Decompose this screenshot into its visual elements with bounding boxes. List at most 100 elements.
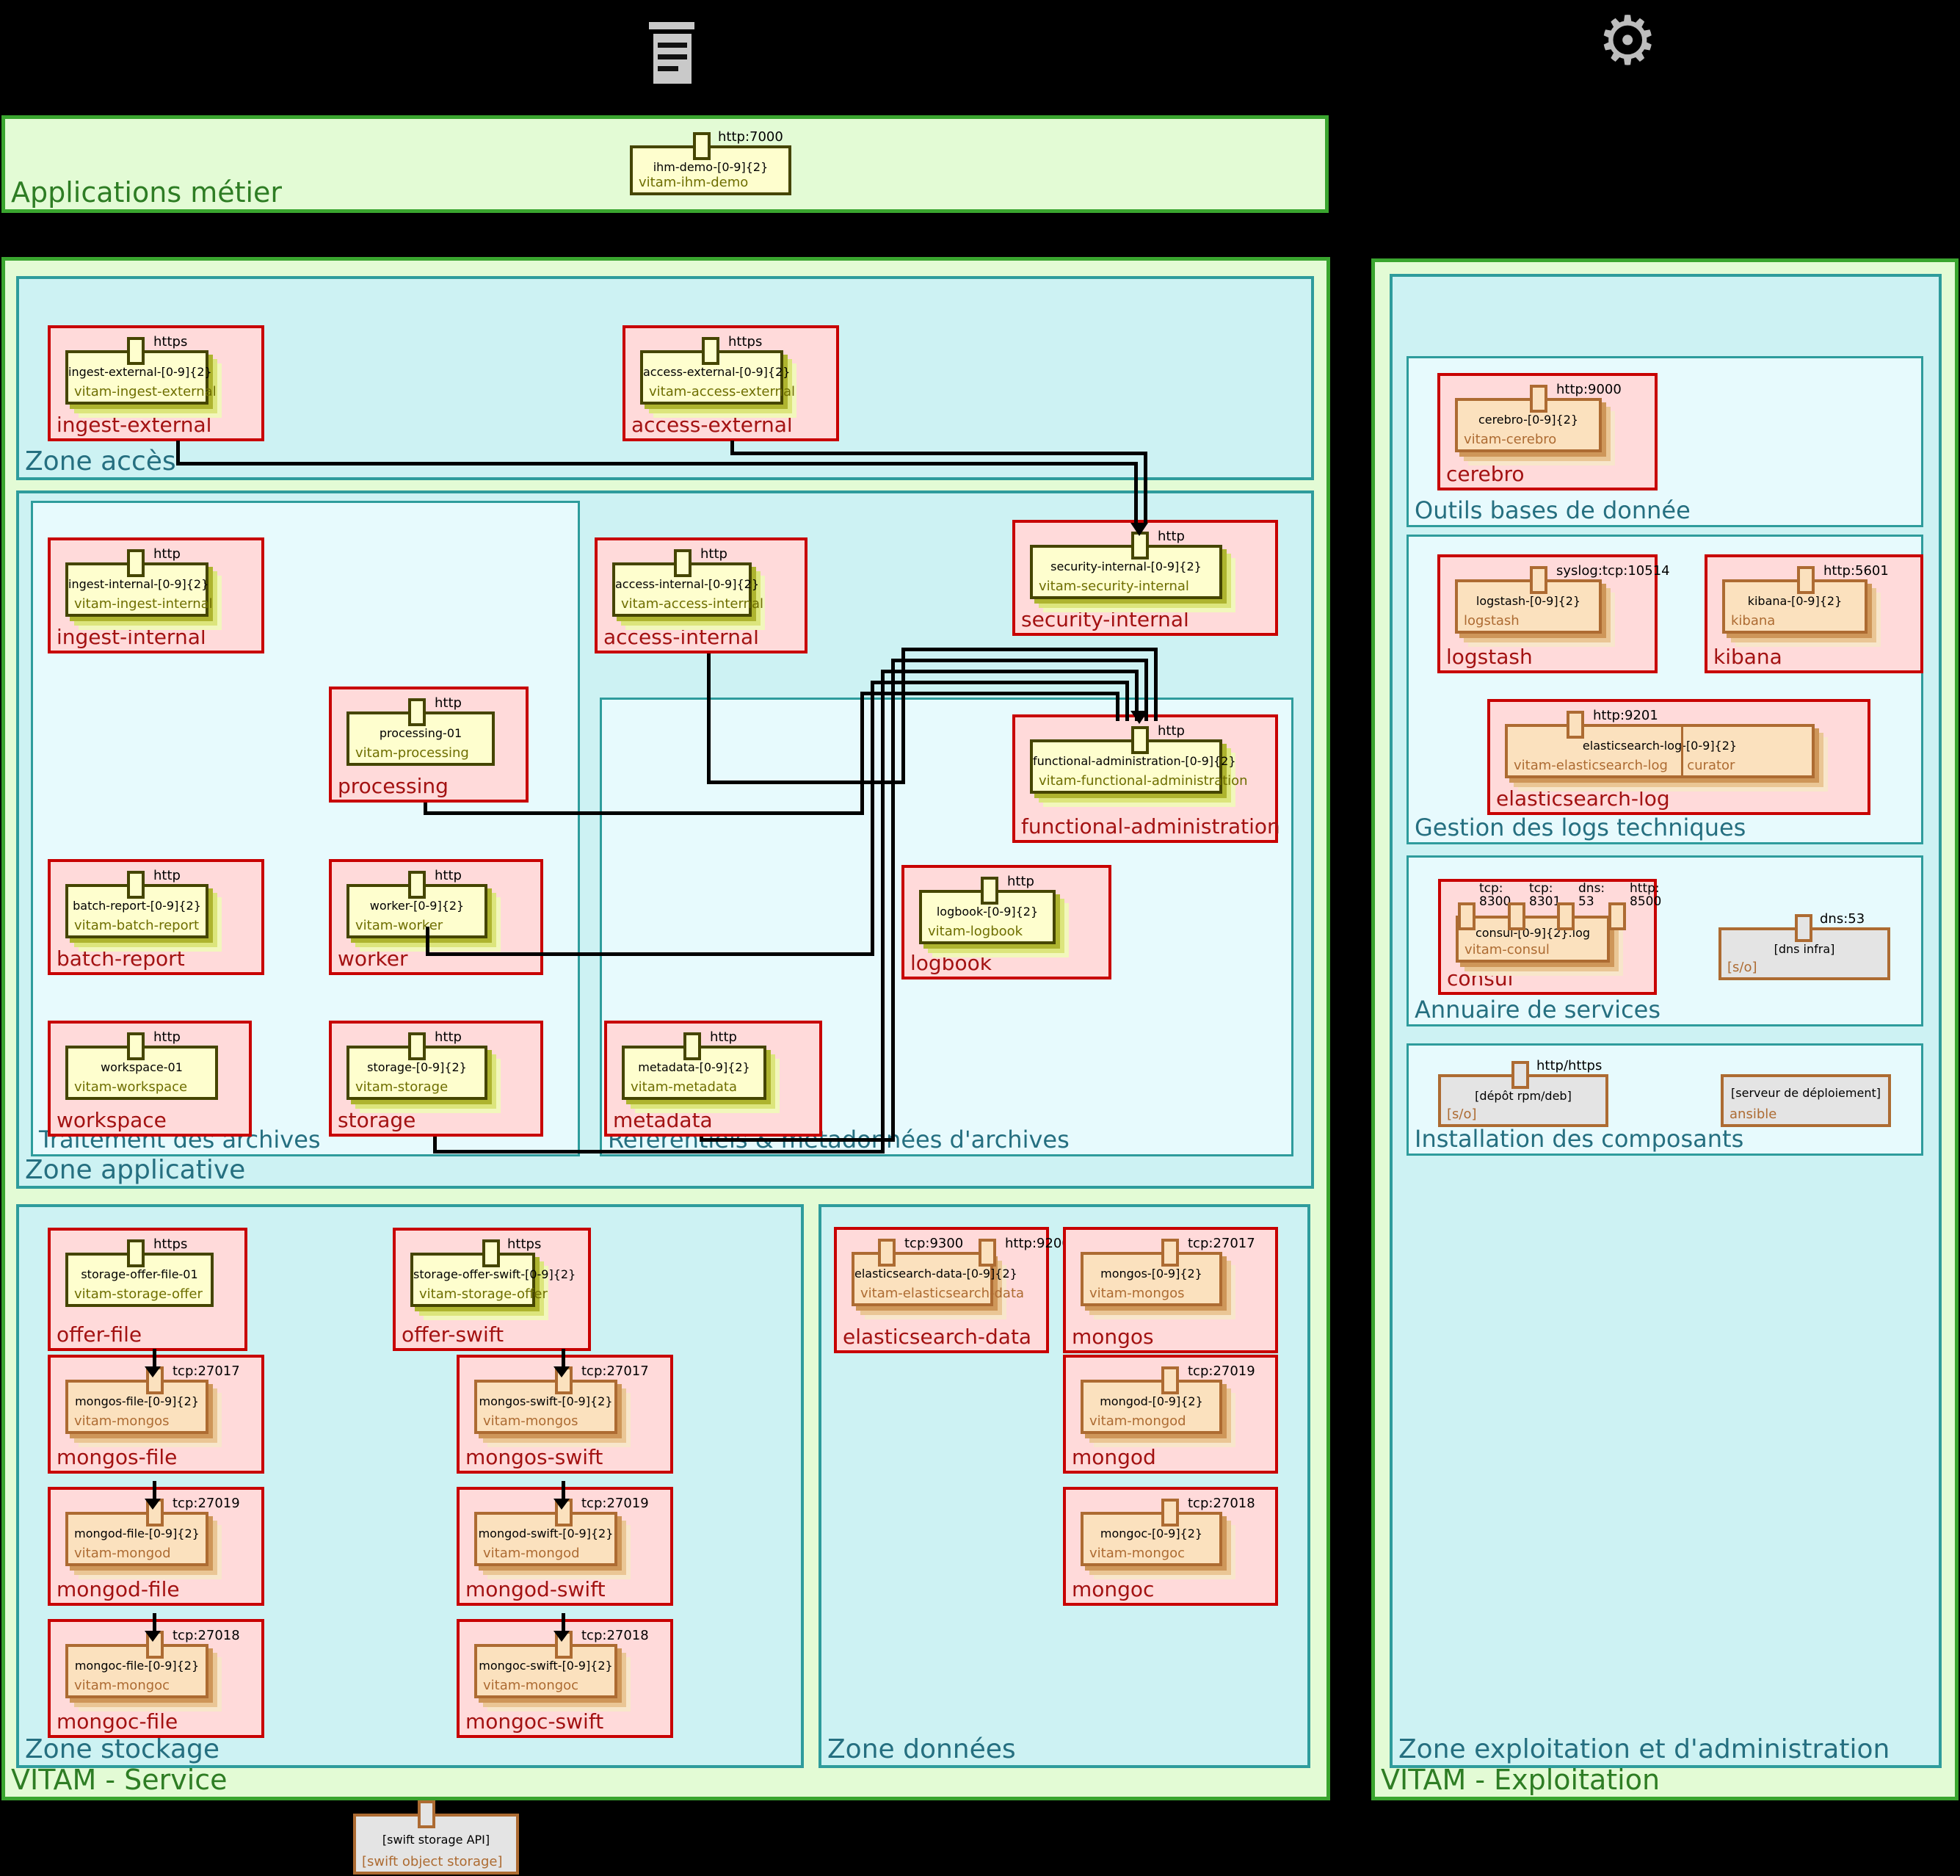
group-security-internal: security-internal-[0-9]{2} vitam-securit… xyxy=(1012,520,1278,636)
connector-segment xyxy=(881,670,885,1153)
zone-label: Installation des composants xyxy=(1415,1125,1743,1153)
node-box: logstash-[0-9]{2} logstash xyxy=(1455,579,1602,634)
port-label: tcp:27017 xyxy=(173,1363,240,1379)
node-host: vitam-cerebro xyxy=(1464,432,1556,447)
node-name: mongos-swift-[0-9]{2} xyxy=(477,1394,614,1408)
node-name: logbook-[0-9]{2} xyxy=(922,905,1053,919)
connector-segment xyxy=(871,681,1129,684)
node-name: storage-offer-swift-[0-9]{2} xyxy=(413,1267,532,1281)
group-mongos-swift: mongos-swift-[0-9]{2} vitam-mongos tcp:2… xyxy=(457,1355,673,1474)
group-label: elasticsearch-log xyxy=(1496,786,1670,811)
node-part-curator: curator xyxy=(1687,758,1735,773)
node-host: vitam-functional-administration xyxy=(1039,773,1248,789)
port xyxy=(127,1032,145,1060)
node-ihm-demo: http:7000 ihm-demo-[0-9]{2} vitam-ihm-de… xyxy=(630,132,791,195)
zone-label: Outils bases de donnée xyxy=(1415,496,1691,524)
node-host: vitam-storage-offer xyxy=(74,1286,203,1302)
node-box: security-internal-[0-9]{2} vitam-securit… xyxy=(1030,545,1222,599)
node-box: mongoc-swift-[0-9]{2} vitam-mongoc xyxy=(474,1644,617,1698)
node-host: vitam-ihm-demo xyxy=(639,175,748,190)
node-name: logstash-[0-9]{2} xyxy=(1458,594,1599,608)
node-box: kibana-[0-9]{2} kibana xyxy=(1722,579,1868,634)
node-name: mongoc-swift-[0-9]{2} xyxy=(477,1659,614,1673)
port xyxy=(408,871,426,899)
port xyxy=(981,877,998,905)
group-label: mongod-file xyxy=(57,1577,180,1601)
group-label: ingest-external xyxy=(57,413,211,437)
connector-segment xyxy=(1125,681,1129,721)
connector-segment xyxy=(1144,452,1147,524)
node-box: mongos-[0-9]{2} vitam-mongos xyxy=(1081,1252,1222,1306)
connector-segment xyxy=(881,670,1139,673)
port xyxy=(693,132,711,160)
port-label: http xyxy=(700,546,727,562)
port-label: http:5601 xyxy=(1823,563,1889,579)
group-label: mongod-swift xyxy=(465,1577,606,1601)
node-depot-rpm-deb: http/https [dépôt rpm/deb] [s/o] xyxy=(1438,1061,1608,1127)
node-box: [swift storage API] [swift object storag… xyxy=(353,1814,519,1875)
node-host: vitam-access-internal xyxy=(621,596,763,612)
port-label: https xyxy=(507,1236,541,1252)
node-swift-storage: [swift storage API] [swift object storag… xyxy=(353,1800,519,1875)
port-label: tcp:27018 xyxy=(581,1628,649,1643)
node-host: vitam-mongod xyxy=(1089,1413,1186,1429)
arrowhead xyxy=(1130,711,1148,724)
port-label: http xyxy=(1007,874,1034,889)
port-label: 53 xyxy=(1578,895,1594,908)
group-processing: processing-01 vitam-processing http proc… xyxy=(329,687,529,803)
node-host: [s/o] xyxy=(1447,1107,1477,1122)
connector-segment xyxy=(707,781,905,784)
group-label: access-internal xyxy=(603,625,759,649)
node-name: [serveur de déploiement] xyxy=(1724,1086,1888,1100)
node-host: vitam-mongos xyxy=(74,1413,170,1429)
port xyxy=(1530,385,1547,413)
node-name: workspace-01 xyxy=(68,1060,215,1074)
node-serveur-deploiement: [serveur de déploiement] ansible xyxy=(1721,1074,1891,1127)
group-worker: worker-[0-9]{2} vitam-worker http worker xyxy=(329,859,543,975)
group-label: security-internal xyxy=(1021,607,1189,631)
port-label: tcp:9300 xyxy=(904,1236,963,1251)
group-label: kibana xyxy=(1713,645,1782,669)
gear-icon: ⚙ xyxy=(1597,1,1658,80)
node-box: [serveur de déploiement] ansible xyxy=(1721,1074,1891,1127)
node-host: vitam-ingest-internal xyxy=(74,596,213,612)
node-box: mongos-swift-[0-9]{2} vitam-mongos xyxy=(474,1380,617,1434)
connector-segment xyxy=(700,1138,895,1142)
group-mongoc-swift: mongoc-swift-[0-9]{2} vitam-mongoc tcp:2… xyxy=(457,1619,673,1738)
group-label: offer-file xyxy=(57,1322,142,1347)
group-label: batch-report xyxy=(57,946,185,971)
group-cerebro: cerebro-[0-9]{2} vitam-cerebro http:9000… xyxy=(1437,373,1658,490)
node-box: mongod-[0-9]{2} vitam-mongod xyxy=(1081,1380,1222,1434)
node-name: elasticsearch-data-[0-9]{2} xyxy=(854,1267,990,1281)
node-host: vitam-workspace xyxy=(74,1079,187,1095)
node-host: vitam-storage xyxy=(355,1079,448,1095)
node-name: mongod-file-[0-9]{2} xyxy=(68,1526,206,1540)
zone-label: Gestion des logs techniques xyxy=(1415,814,1746,841)
node-name: storage-[0-9]{2} xyxy=(349,1060,484,1074)
port-http9200 xyxy=(979,1239,996,1267)
group-mongod: mongod-[0-9]{2} vitam-mongod tcp:27019 m… xyxy=(1063,1355,1278,1474)
connector-segment xyxy=(707,653,711,783)
group-label: processing xyxy=(338,774,449,798)
node-host: vitam-mongoc xyxy=(74,1678,170,1693)
node-name: mongos-file-[0-9]{2} xyxy=(68,1394,206,1408)
group-label: logbook xyxy=(910,951,992,975)
node-host: [swift object storage] xyxy=(362,1854,503,1869)
group-access-internal: access-internal-[0-9]{2} vitam-access-in… xyxy=(595,537,807,653)
node-box: mongod-file-[0-9]{2} vitam-mongod xyxy=(65,1512,208,1566)
port-label: http: xyxy=(1630,882,1660,895)
group-logstash: logstash-[0-9]{2} logstash syslog:tcp:10… xyxy=(1437,554,1658,673)
port xyxy=(674,549,692,577)
group-access-external: access-external-[0-9]{2} vitam-access-ex… xyxy=(623,325,839,441)
port-label: http/https xyxy=(1536,1058,1602,1073)
port-label: tcp: xyxy=(1479,882,1503,895)
panel-label: Applications métier xyxy=(11,176,282,209)
zone-label: Zone applicative xyxy=(25,1155,245,1185)
node-host: vitam-security-internal xyxy=(1039,579,1189,594)
node-name: worker-[0-9]{2} xyxy=(349,899,484,913)
port xyxy=(127,337,145,365)
node-host: vitam-mongoc xyxy=(1089,1546,1185,1561)
node-name: storage-offer-file-01 xyxy=(68,1267,211,1281)
port-dns53 xyxy=(1557,902,1575,930)
group-mongoc: mongoc-[0-9]{2} vitam-mongoc tcp:27018 m… xyxy=(1063,1487,1278,1606)
